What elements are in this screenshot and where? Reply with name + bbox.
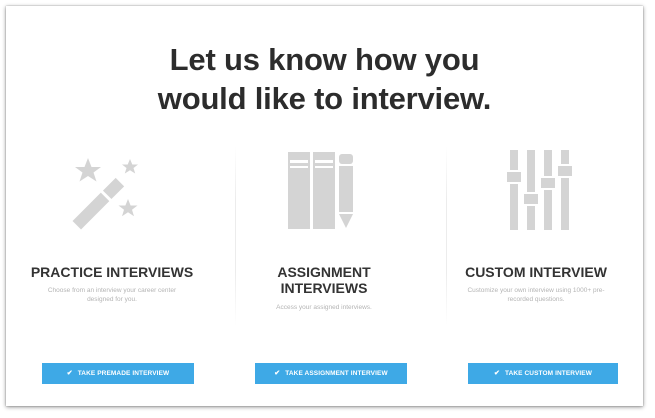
page-title-line-2: would like to interview. xyxy=(157,81,492,116)
take-assignment-interview-button[interactable]: ✔ TAKE ASSIGNMENT INTERVIEW xyxy=(255,363,407,384)
option-title-line: CUSTOM INTERVIEW xyxy=(465,264,607,280)
button-label: TAKE ASSIGNMENT INTERVIEW xyxy=(285,370,388,377)
option-description: Access your assigned interviews. xyxy=(276,304,372,311)
page-title-line-1: Let us know how you xyxy=(169,42,480,77)
option-practice-interviews: PRACTICE INTERVIEWS Choose from an inter… xyxy=(6,136,218,406)
take-premade-interview-button[interactable]: ✔ TAKE PREMADE INTERVIEW xyxy=(42,363,194,384)
equalizer-sliders-icon xyxy=(505,150,574,230)
check-icon: ✔ xyxy=(66,370,73,377)
page-title: Let us know how you would like to interv… xyxy=(6,40,643,118)
option-description: Customize your own interview using 1000+… xyxy=(467,287,605,303)
option-title: CUSTOM INTERVIEW xyxy=(430,264,642,280)
option-title-line: ASSIGNMENT xyxy=(277,264,371,280)
button-label: TAKE CUSTOM INTERVIEW xyxy=(505,370,592,377)
option-custom-interview: CUSTOM INTERVIEW Customize your own inte… xyxy=(430,136,642,406)
option-title: ASSIGNMENT INTERVIEWS xyxy=(218,264,430,296)
option-title-line: PRACTICE INTERVIEWS xyxy=(30,264,194,280)
magic-wand-stars-icon xyxy=(72,158,138,230)
books-pencil-icon xyxy=(288,152,353,229)
option-description: Choose from an interview your career cen… xyxy=(47,287,177,303)
interview-selection-panel: Let us know how you would like to interv… xyxy=(6,6,643,406)
option-assignment-interviews: ASSIGNMENT INTERVIEWS Access your assign… xyxy=(218,136,430,406)
button-label: TAKE PREMADE INTERVIEW xyxy=(77,370,170,377)
check-icon: ✔ xyxy=(494,370,500,377)
option-title: PRACTICE INTERVIEWS xyxy=(6,264,218,280)
option-title-line: INTERVIEWS xyxy=(280,280,368,296)
take-custom-interview-button[interactable]: ✔ TAKE CUSTOM INTERVIEW xyxy=(468,363,618,384)
check-icon: ✔ xyxy=(274,370,281,377)
